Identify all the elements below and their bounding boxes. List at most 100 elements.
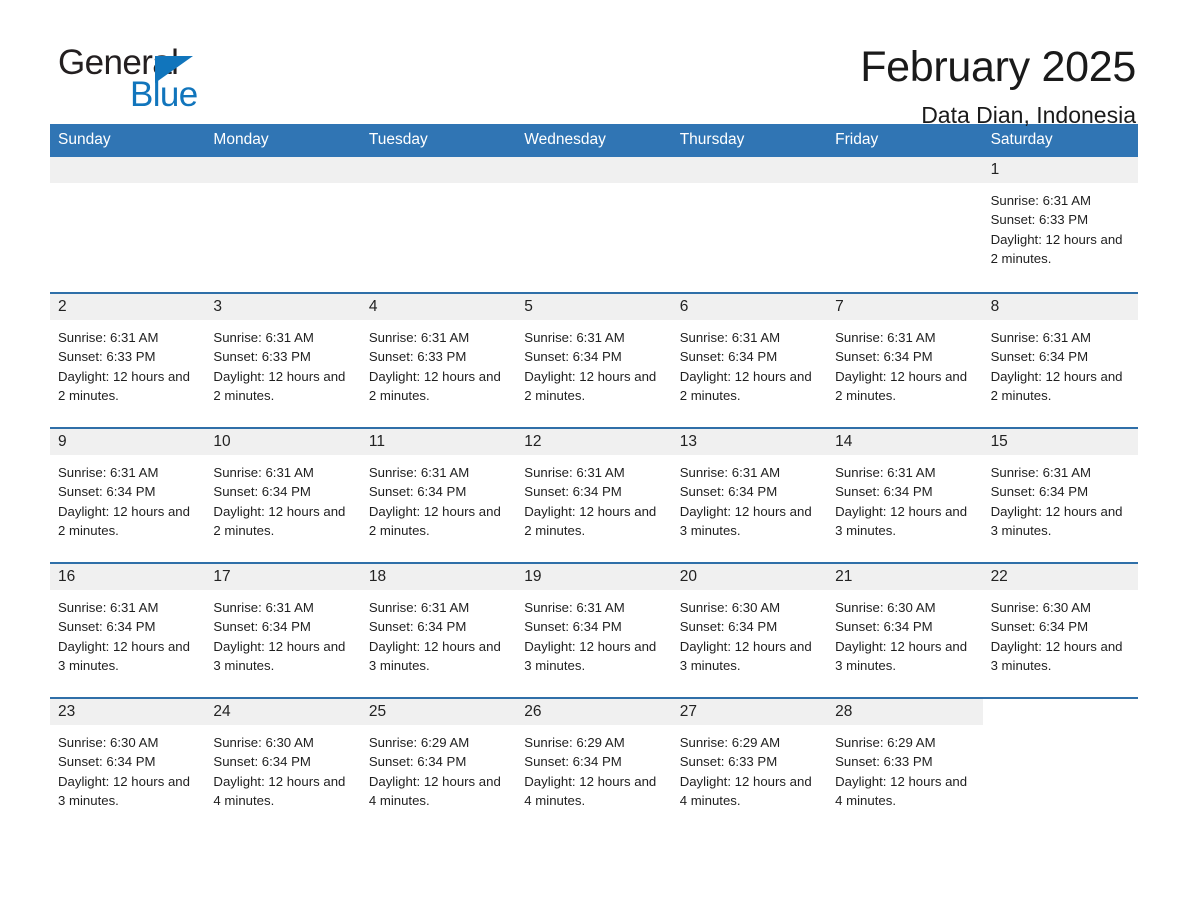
day-number-band: 26 [516,698,672,725]
day-cell[interactable]: 12 Sunrise: 6:31 AM Sunset: 6:34 PM Dayligh… [516,428,672,562]
day-cell[interactable]: 9 Sunrise: 6:31 AM Sunset: 6:34 PM Daylight… [50,428,206,562]
title-block: February 2025 Data Dian, Indonesia [860,43,1136,127]
sunrise-text: Sunrise: 6:31 AM [990,464,1091,480]
day-cell[interactable]: 8 Sunrise: 6:31 AM Sunset: 6:34 PM Daylight… [982,293,1138,427]
day-number-band: 7 [827,293,983,320]
day-info: Sunrise: 6:29 AM Sunset: 6:34 PM Daylight:… [361,725,516,811]
day-number-band: 14 [827,428,983,455]
day-info: Sunrise: 6:29 AM Sunset: 6:34 PM Daylight:… [516,725,671,811]
sunrise-text: Sunrise: 6:30 AM [835,599,936,615]
daylight-text: Daylight: 12 hours and 3 minutes. [58,638,190,674]
sunset-text: Sunset: 6:33 PM [835,754,933,770]
day-cell[interactable]: 18 Sunrise: 6:31 AM Sunset: 6:34 PM Dayligh… [360,563,517,697]
day-number-band: 6 [671,293,828,320]
sunset-text: Sunset: 6:34 PM [58,754,156,770]
day-cell[interactable]: 4 Sunrise: 6:31 AM Sunset: 6:33 PM Daylight… [360,293,517,427]
day-number: 1 [990,160,1000,178]
calendar-week-row: 23 Sunrise: 6:30 AM Sunset: 6:34 PM Dayligh… [50,696,1138,832]
day-info: Sunrise: 6:31 AM Sunset: 6:34 PM Daylight:… [983,455,1138,541]
day-info: Sunrise: 6:30 AM Sunset: 6:34 PM Daylight:… [205,725,360,811]
sunrise-text: Sunrise: 6:31 AM [213,329,314,345]
weekday-header-friday: Friday [835,131,879,148]
day-cell[interactable]: 15 Sunrise: 6:31 AM Sunset: 6:34 PM Dayligh… [982,428,1138,562]
day-number: 18 [368,567,387,585]
day-cell[interactable]: 6 Sunrise: 6:31 AM Sunset: 6:34 PM Daylight… [671,293,828,427]
daylight-text: Daylight: 12 hours and 3 minutes. [213,638,346,674]
calendar-week-row: 9 Sunrise: 6:31 AM Sunset: 6:34 PM Daylight… [50,426,1138,562]
day-number-band: 2 [50,293,206,320]
day-number: 28 [835,702,853,720]
daylight-text: Daylight: 12 hours and 2 minutes. [679,368,812,404]
day-info: Sunrise: 6:31 AM Sunset: 6:34 PM Daylight:… [50,590,205,676]
day-cell[interactable]: 3 Sunrise: 6:31 AM Sunset: 6:33 PM Daylight… [205,293,361,427]
weekday-header-monday: Monday [213,131,269,148]
day-number-band [983,699,1138,725]
day-info: Sunrise: 6:30 AM Sunset: 6:34 PM Daylight:… [983,590,1138,676]
day-cell[interactable]: 17 Sunrise: 6:31 AM Sunset: 6:34 PM Dayligh… [205,563,361,697]
day-cell-empty [827,156,983,292]
sunset-text: Sunset: 6:34 PM [524,349,622,365]
sunrise-text: Sunrise: 6:31 AM [990,329,1091,345]
daylight-text: Daylight: 12 hours and 4 minutes. [679,773,812,809]
day-number: 16 [58,567,76,585]
day-info: Sunrise: 6:30 AM Sunset: 6:34 PM Daylight:… [672,590,827,676]
day-number-band [360,156,517,183]
logo-text-blue: Blue [130,75,198,114]
day-info: Sunrise: 6:31 AM Sunset: 6:34 PM Daylight:… [205,455,360,541]
sunrise-text: Sunrise: 6:31 AM [368,464,470,480]
sunrise-text: Sunrise: 6:30 AM [990,599,1091,615]
day-number-band: 19 [516,563,672,590]
weekday-header-saturday: Saturday [990,131,1053,148]
day-cell[interactable]: 13 Sunrise: 6:31 AM Sunset: 6:34 PM Dayligh… [671,428,828,562]
daylight-text: Daylight: 12 hours and 4 minutes. [368,773,501,809]
day-info: Sunrise: 6:31 AM Sunset: 6:34 PM Daylight:… [205,590,360,676]
day-cell[interactable]: 1 Sunrise: 6:31 AM Sunset: 6:33 PM Daylight… [982,156,1138,292]
weekday-header-thursday: Thursday [679,131,745,148]
day-cell[interactable]: 21 Sunrise: 6:30 AM Sunset: 6:34 PM Dayligh… [827,563,983,697]
day-number-band [671,156,828,183]
day-cell[interactable]: 23 Sunrise: 6:30 AM Sunset: 6:34 PM Dayligh… [50,698,206,832]
day-cell-empty [205,156,361,292]
daylight-text: Daylight: 12 hours and 2 minutes. [524,368,657,404]
daylight-text: Daylight: 12 hours and 2 minutes. [58,368,190,404]
day-cell[interactable]: 22 Sunrise: 6:30 AM Sunset: 6:34 PM Dayligh… [982,563,1138,697]
day-cell[interactable]: 24 Sunrise: 6:30 AM Sunset: 6:34 PM Dayligh… [205,698,361,832]
day-info: Sunrise: 6:31 AM Sunset: 6:34 PM Daylight:… [516,320,671,406]
daylight-text: Daylight: 12 hours and 3 minutes. [679,503,812,539]
sunset-text: Sunset: 6:34 PM [524,754,622,770]
sunrise-text: Sunrise: 6:30 AM [679,599,781,615]
day-number-band: 23 [50,698,206,725]
day-cell[interactable]: 19 Sunrise: 6:31 AM Sunset: 6:34 PM Dayligh… [516,563,672,697]
day-cell[interactable]: 14 Sunrise: 6:31 AM Sunset: 6:34 PM Dayligh… [827,428,983,562]
sunset-text: Sunset: 6:34 PM [679,619,778,635]
day-number: 8 [990,297,1000,315]
daylight-text: Daylight: 12 hours and 3 minutes. [58,773,190,809]
sunset-text: Sunset: 6:34 PM [679,349,778,365]
day-number-band [50,156,206,183]
day-number: 7 [835,297,844,315]
day-cell[interactable]: 11 Sunrise: 6:31 AM Sunset: 6:34 PM Dayligh… [360,428,517,562]
day-cell[interactable]: 7 Sunrise: 6:31 AM Sunset: 6:34 PM Daylight… [827,293,983,427]
sunset-text: Sunset: 6:33 PM [213,349,311,365]
day-number: 17 [213,567,231,585]
sunset-text: Sunset: 6:33 PM [990,212,1089,228]
day-cell[interactable]: 26 Sunrise: 6:29 AM Sunset: 6:34 PM Dayligh… [516,698,672,832]
page-title: February 2025 [860,43,1136,91]
daylight-text: Daylight: 12 hours and 2 minutes. [368,503,501,539]
day-info: Sunrise: 6:31 AM Sunset: 6:34 PM Daylight:… [672,320,827,406]
page-header: General Blue February 2025 Data Dian, In… [0,0,1188,126]
day-number-band [516,156,672,183]
day-cell[interactable]: 25 Sunrise: 6:29 AM Sunset: 6:34 PM Dayligh… [360,698,517,832]
sunset-text: Sunset: 6:34 PM [835,349,933,365]
day-cell-empty [982,698,1138,832]
sunset-text: Sunset: 6:34 PM [524,619,622,635]
day-cell[interactable]: 10 Sunrise: 6:31 AM Sunset: 6:34 PM Dayligh… [205,428,361,562]
day-cell[interactable]: 28 Sunrise: 6:29 AM Sunset: 6:33 PM Dayligh… [827,698,983,832]
day-cell[interactable]: 2 Sunrise: 6:31 AM Sunset: 6:33 PM Daylight… [50,293,206,427]
daylight-text: Daylight: 12 hours and 3 minutes. [679,638,812,674]
day-cell[interactable]: 27 Sunrise: 6:29 AM Sunset: 6:33 PM Dayligh… [671,698,828,832]
day-cell[interactable]: 5 Sunrise: 6:31 AM Sunset: 6:34 PM Daylight… [516,293,672,427]
day-cell[interactable]: 16 Sunrise: 6:31 AM Sunset: 6:34 PM Dayligh… [50,563,206,697]
day-cell[interactable]: 20 Sunrise: 6:30 AM Sunset: 6:34 PM Dayligh… [671,563,828,697]
sunset-text: Sunset: 6:34 PM [213,484,311,500]
